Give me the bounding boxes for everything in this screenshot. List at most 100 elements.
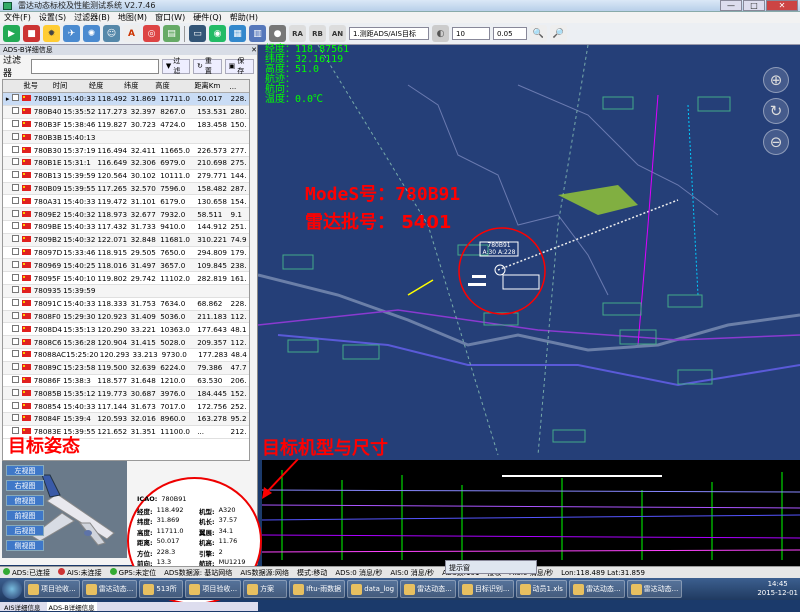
row-checkbox[interactable] bbox=[12, 94, 20, 102]
menu-settings[interactable]: 设置(S) bbox=[39, 12, 66, 23]
rb-button[interactable]: RB bbox=[309, 25, 326, 42]
text-icon[interactable]: A bbox=[123, 25, 140, 42]
taskbar-item[interactable]: 雷达动态... bbox=[400, 580, 456, 598]
row-checkbox[interactable] bbox=[12, 247, 20, 255]
attitude-view-button[interactable]: 侧视图 bbox=[6, 540, 44, 551]
row-checkbox[interactable] bbox=[12, 401, 20, 409]
popup-window[interactable]: 提示窗 bbox=[445, 560, 537, 574]
row-checkbox[interactable] bbox=[12, 145, 20, 153]
map-rotate-icon[interactable]: ↻ bbox=[763, 98, 789, 124]
menu-window[interactable]: 窗口(W) bbox=[155, 12, 185, 23]
lightbulb-icon[interactable]: ✹ bbox=[43, 25, 60, 42]
row-checkbox[interactable] bbox=[12, 119, 20, 127]
minimize-button[interactable]: — bbox=[720, 0, 742, 11]
table-row[interactable]: 78085B 15:35:12 119.773 30.687 3976.0 184.445… bbox=[3, 387, 249, 401]
radar-icon[interactable]: ✺ bbox=[83, 25, 100, 42]
menu-hardware[interactable]: 硬件(Q) bbox=[193, 12, 222, 23]
table-row[interactable]: 7808F0 15:29:30 120.923 31.409 5036.0 211.183… bbox=[3, 310, 249, 324]
row-checkbox[interactable] bbox=[12, 375, 20, 383]
table-row[interactable]: 780B13 15:39:59 120.564 30.102 10111.0 279.77… bbox=[3, 170, 249, 183]
attitude-view-button[interactable]: 右视图 bbox=[6, 480, 44, 491]
table-row[interactable]: 780B40 15:35:52 117.273 32.397 8267.0 153.531… bbox=[3, 105, 249, 119]
maximize-button[interactable]: □ bbox=[743, 0, 765, 11]
grid-header-cell[interactable]: 时间 bbox=[53, 81, 89, 91]
close-button[interactable]: ✕ bbox=[766, 0, 798, 11]
filter-input[interactable] bbox=[31, 58, 159, 74]
table-row[interactable]: 78097D 15:33:46 118.915 29.505 7650.0 294.809… bbox=[3, 247, 249, 260]
table-row[interactable]: 780935 15:39:59 bbox=[3, 284, 249, 298]
map-zoom-in-icon[interactable]: ⊕ bbox=[763, 67, 789, 93]
record-icon[interactable]: ● bbox=[269, 25, 286, 42]
an-button[interactable]: AN bbox=[329, 25, 346, 42]
grid-header-cell[interactable]: 纬度 bbox=[124, 81, 155, 91]
map-zoom-out-icon[interactable]: ⊖ bbox=[763, 129, 789, 155]
monitor-icon[interactable]: ▭ bbox=[189, 25, 206, 42]
taskbar-item[interactable]: data_log bbox=[347, 580, 399, 598]
table-row[interactable]: 78086F 15:38:3 118.577 31.648 1210.0 63.530 20… bbox=[3, 375, 249, 388]
table-row[interactable]: 78089C 15:23:58 119.500 32.639 6224.0 79.386 4… bbox=[3, 361, 249, 375]
timeline-view[interactable] bbox=[262, 460, 800, 566]
taskbar-item[interactable]: 雷达动态... bbox=[568, 580, 625, 598]
table-row[interactable]: 7808D4 15:35:13 120.290 33.221 10363.0 177.64… bbox=[3, 323, 249, 337]
value2-select[interactable]: 0.05 bbox=[493, 27, 527, 40]
row-checkbox[interactable] bbox=[12, 363, 20, 371]
ads-target-select[interactable]: 1.测距ADS/AIS目标 bbox=[349, 27, 429, 40]
row-checkbox[interactable] bbox=[12, 260, 20, 268]
grid-header-cell[interactable]: ... bbox=[229, 82, 249, 91]
zoom-out-icon[interactable]: 🔎 bbox=[550, 25, 567, 42]
menu-help[interactable]: 帮助(H) bbox=[230, 12, 258, 23]
attitude-view-button[interactable]: 左视图 bbox=[6, 465, 44, 476]
table-row[interactable]: 78091C 15:40:33 118.333 31.753 7634.0 68.862 2… bbox=[3, 298, 249, 311]
table-row[interactable]: 780B09 15:39:55 117.265 32.570 7596.0 158.482… bbox=[3, 182, 249, 196]
map-canvas[interactable] bbox=[258, 45, 800, 460]
grid-header-cell[interactable]: 高度 bbox=[155, 81, 194, 91]
plane-icon[interactable]: ✈ bbox=[63, 25, 80, 42]
ra-button[interactable]: RA bbox=[289, 25, 306, 42]
row-checkbox[interactable] bbox=[12, 286, 20, 294]
row-checkbox[interactable] bbox=[12, 414, 20, 422]
row-checkbox[interactable] bbox=[12, 209, 20, 217]
attitude-view-button[interactable]: 前视图 bbox=[6, 510, 44, 521]
row-checkbox[interactable] bbox=[12, 132, 20, 140]
attitude-view-button[interactable]: 俯视图 bbox=[6, 495, 44, 506]
row-checkbox[interactable] bbox=[12, 350, 20, 358]
radar-map[interactable]: 780B91 A:30 A:228 bbox=[258, 45, 800, 460]
row-checkbox[interactable] bbox=[12, 337, 20, 345]
taskbar-item[interactable]: 方案 bbox=[243, 580, 288, 598]
globe-icon[interactable]: ◉ bbox=[209, 25, 226, 42]
tab-adsb-detail[interactable]: ADS-B详细信息 bbox=[46, 602, 97, 612]
row-checkbox[interactable] bbox=[12, 183, 20, 191]
map-layers-icon[interactable]: ▤ bbox=[163, 25, 180, 42]
table-row[interactable]: 78088AC 15:25:20 120.293 33.213 9730.0 177.28… bbox=[3, 349, 249, 362]
row-checkbox[interactable] bbox=[12, 171, 20, 179]
grid-header-cell[interactable]: 批号 bbox=[24, 81, 53, 91]
row-checkbox[interactable] bbox=[12, 299, 20, 307]
grid-header-cell[interactable]: 距离Km bbox=[194, 81, 229, 91]
table-row[interactable]: 780854 15:40:33 117.144 31.673 7017.0 172.756… bbox=[3, 400, 249, 413]
table-row[interactable]: 78095F 15:40:10 119.802 29.742 11102.0 282.81… bbox=[3, 272, 249, 285]
row-checkbox[interactable] bbox=[12, 107, 20, 115]
table-row[interactable]: 780B30 15:37:19 116.494 32.411 11665.0 226.57… bbox=[3, 144, 249, 157]
chart-icon[interactable]: ▥ bbox=[249, 25, 266, 42]
table-row[interactable]: 7808C6 15:36:28 120.904 31.415 5028.0 209.357… bbox=[3, 336, 249, 349]
menu-filter[interactable]: 过滤器(B) bbox=[74, 12, 110, 23]
taskbar-item[interactable]: 动员1.xls bbox=[515, 580, 567, 598]
target-icon[interactable]: ◎ bbox=[143, 25, 160, 42]
table-row[interactable]: 780B3B 15:40:13 bbox=[3, 131, 249, 145]
target-label[interactable]: 780B91 A:30 A:228 bbox=[480, 242, 518, 256]
table-row[interactable]: 7809E2 15:40:32 118.973 32.677 7932.0 58.511 9… bbox=[3, 208, 249, 221]
save-button[interactable]: ▣ 保存 bbox=[224, 57, 254, 75]
attitude-view-button[interactable]: 后视图 bbox=[6, 525, 44, 536]
grid-icon[interactable]: ▦ bbox=[229, 25, 246, 42]
clock[interactable]: 14:45 2015-12-01 bbox=[757, 580, 798, 598]
reset-button[interactable]: ↻ 重置 bbox=[193, 57, 222, 75]
timeline-canvas[interactable] bbox=[262, 460, 800, 566]
table-row[interactable]: ▸ 780B91 15:40:33 118.492 31.869 11711.0 50.0… bbox=[3, 93, 249, 106]
person-icon[interactable]: ☺ bbox=[103, 25, 120, 42]
panel-close-icon[interactable]: ✕ bbox=[251, 46, 257, 54]
row-checkbox[interactable] bbox=[12, 311, 20, 319]
taskbar-item[interactable]: 项目验收... bbox=[185, 580, 242, 598]
table-row[interactable]: 7809B2 15:40:32 122.071 32.848 11681.0 310.22… bbox=[3, 233, 249, 247]
row-checkbox[interactable] bbox=[12, 388, 20, 396]
taskbar-item[interactable]: 目标识别... bbox=[457, 580, 514, 598]
